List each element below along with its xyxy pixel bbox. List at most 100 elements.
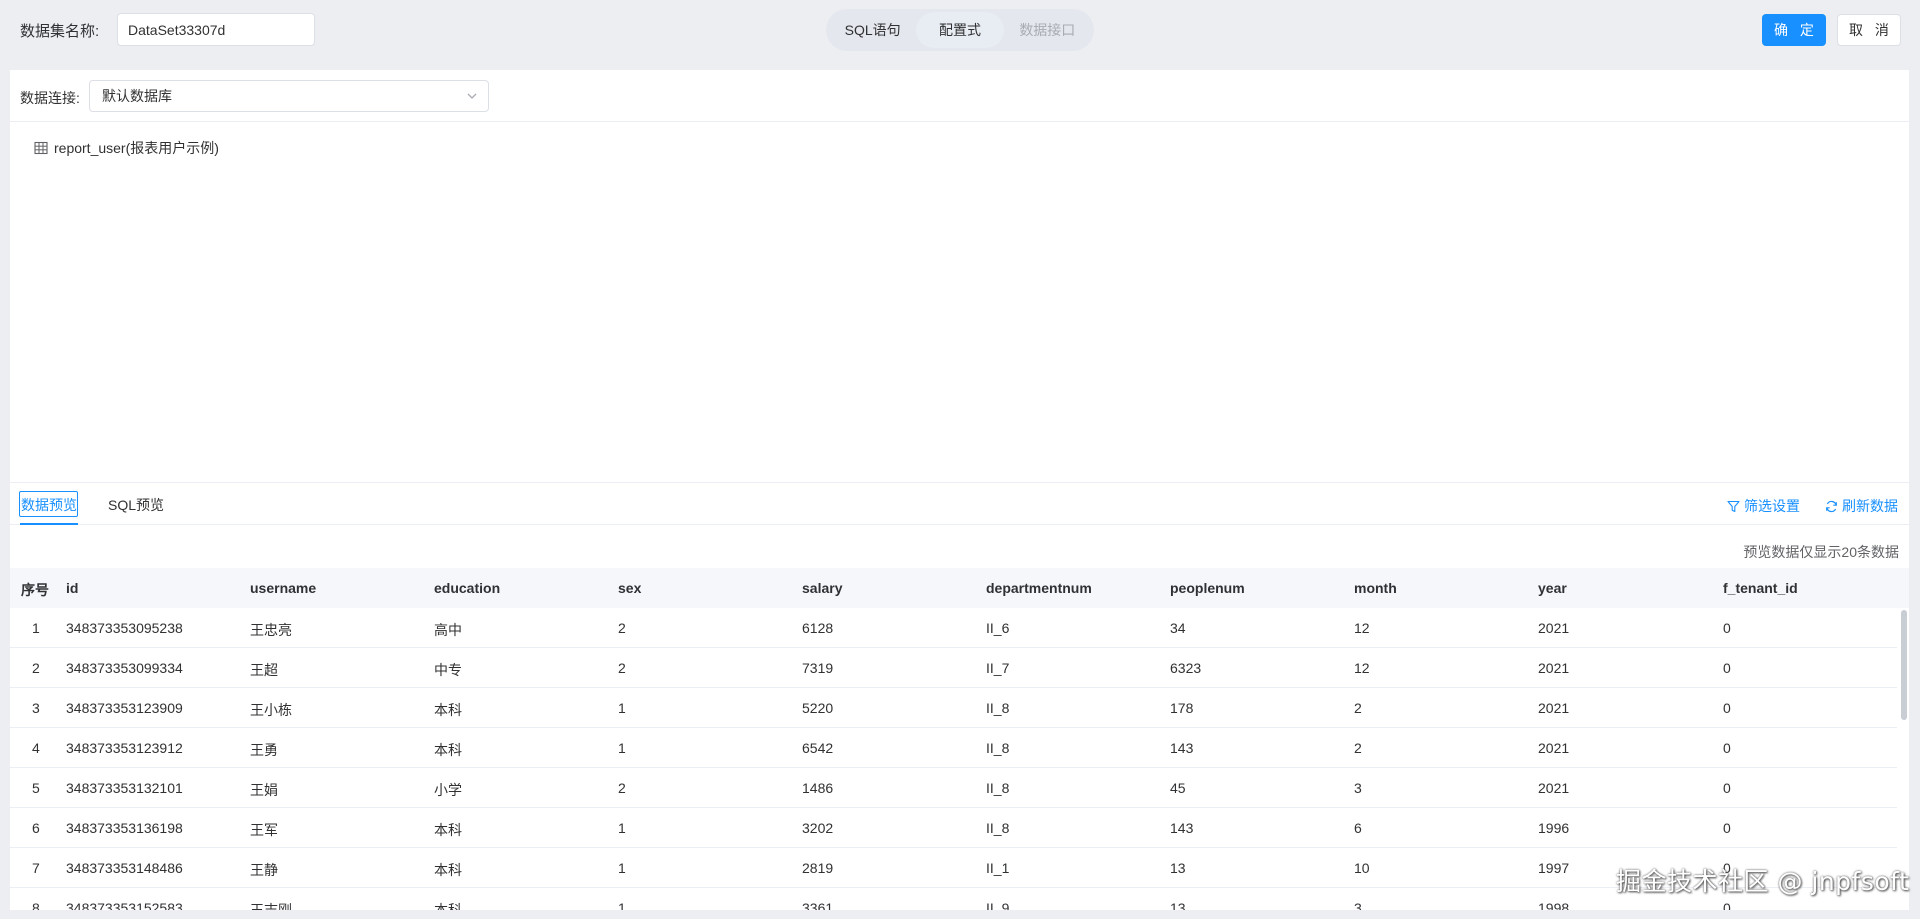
table-cell: 2819 [802,860,834,876]
refresh-icon [1826,500,1837,512]
table-cell: 143 [1170,820,1194,836]
table-cell: II_6 [986,620,1010,636]
table-icon [34,141,48,155]
tab-data-preview[interactable]: 数据预览 [21,495,77,515]
table-cell: 本科 [434,862,462,878]
table-cell: 7319 [802,660,834,676]
table-cell: 王静 [250,862,278,878]
table-cell: 2021 [1538,780,1570,796]
table-cell: 本科 [434,822,462,838]
table-cell: 12 [1354,620,1370,636]
table-cell: 348373353123909 [66,700,183,716]
table-row[interactable]: 4 348373353123912 王勇 本科 1 6542 II_8 143 2 2021 0 [10,728,1897,768]
table-cell: 12 [1354,660,1370,676]
table-row[interactable]: 1 348373353095238 王忠亮 高中 2 6128 II_6 34 12 2021 0 [10,608,1897,648]
table-row[interactable]: 8 348373353152583 王志刚 本科 1 3361 II_9 13 3 1998 0 [10,888,1897,910]
filter-icon [1727,500,1740,512]
table-cell: 1486 [802,780,834,796]
preview-note: 预览数据仅显示20条数据 [1743,544,1899,560]
table-cell: 348373353148486 [66,860,183,876]
table-cell: II_8 [986,740,1010,756]
filter-settings-button[interactable]: 筛选设置 [1727,496,1800,516]
table-cell: 13 [1170,900,1186,910]
dataset-name-input[interactable] [117,13,315,46]
table-cell: 6 [1354,820,1362,836]
data-table: 序号 id username education sex salary department… [10,568,1909,910]
table-row[interactable]: 5 348373353132101 王娟 小学 2 1486 II_8 45 3 2021 0 [10,768,1897,808]
table-row[interactable]: 7 348373353148486 王静 本科 1 2819 II_1 13 10 1997 0 [10,848,1897,888]
filter-settings-label: 筛选设置 [1744,498,1800,514]
table-cell: 6542 [802,740,834,756]
table-cell: 2 [32,660,40,676]
table-cell: 1 [618,900,626,910]
refresh-data-label: 刷新数据 [1842,498,1898,514]
table-cell: 1 [32,620,40,636]
refresh-data-button[interactable]: 刷新数据 [1825,496,1898,516]
table-row[interactable]: 6 348373353136198 王军 本科 1 3202 II_8 143 6 1996 0 [10,808,1897,848]
table-cell: 2 [1354,700,1362,716]
table-cell: 45 [1170,780,1186,796]
table-cell: 3 [32,700,40,716]
table-cell: 348373353095238 [66,620,183,636]
table-cell: 5 [32,780,40,796]
top-bar: 数据集名称: SQL语句 配置式 数据接口 确 定 取 消 [0,0,1920,60]
column-header: sex [618,580,642,596]
column-header: salary [802,580,843,596]
table-cell: 本科 [434,902,462,910]
table-row[interactable]: 3 348373353123909 王小栋 本科 1 5220 II_8 178 2 2021 0 [10,688,1897,728]
column-header: 序号 [21,582,49,598]
table-cell: 10 [1354,860,1370,876]
table-cell: 6323 [1170,660,1202,676]
table-cell: 1997 [1538,860,1570,876]
table-cell: 4 [32,740,40,756]
table-cell: 348373353099334 [66,660,183,676]
table-cell: 王勇 [250,742,278,758]
column-header: f_tenant_id [1723,580,1798,596]
tab-sql[interactable]: SQL语句 [829,12,916,48]
table-cell: 2021 [1538,660,1570,676]
table-cell: 王志刚 [250,902,292,910]
tab-config[interactable]: 配置式 [916,12,1004,48]
table-cell: 2021 [1538,620,1570,636]
table-tree-item[interactable]: report_user(报表用户示例) [34,138,219,158]
table-cell: 王忠亮 [250,622,292,638]
table-cell: II_8 [986,700,1010,716]
table-cell: II_8 [986,780,1010,796]
connection-value: 默认数据库 [102,88,172,104]
connection-select[interactable]: 默认数据库 [89,80,489,112]
table-cell: 178 [1170,700,1194,716]
table-cell: 1 [618,820,626,836]
confirm-button[interactable]: 确 定 [1762,14,1826,46]
table-cell: II_9 [986,900,1010,910]
table-cell: 0 [1723,780,1731,796]
table-scrollbar[interactable] [1901,610,1907,720]
table-cell: 2021 [1538,700,1570,716]
table-cell: 7 [32,860,40,876]
table-cell: 王超 [250,662,278,678]
table-cell: 6128 [802,620,834,636]
table-cell: 王小栋 [250,702,292,718]
column-header: education [434,580,501,596]
table-cell: II_7 [986,660,1010,676]
connection-label: 数据连接: [20,90,80,106]
chevron-down-icon [467,93,477,99]
table-cell: 0 [1723,700,1731,716]
table-tree-label: report_user(报表用户示例) [54,140,219,156]
cancel-button[interactable]: 取 消 [1837,14,1901,46]
table-row[interactable]: 2 348373353099334 王超 中专 2 7319 II_7 6323 12 2021 0 [10,648,1897,688]
tab-sql-preview[interactable]: SQL预览 [108,495,164,515]
table-cell: 0 [1723,620,1731,636]
table-header: 序号 id username education sex salary department… [10,568,1909,608]
table-cell: 王娟 [250,782,278,798]
table-cell: 348373353123912 [66,740,183,756]
table-cell: 2 [618,660,626,676]
table-cell: 1 [618,860,626,876]
table-cell: II_8 [986,820,1010,836]
table-cell: 6 [32,820,40,836]
table-cell: 34 [1170,620,1186,636]
table-cell: 2021 [1538,740,1570,756]
main-panel: 数据连接: 默认数据库 report_user(报表用户示例) 数据预览 SQL… [10,70,1909,910]
tab-data-interface[interactable]: 数据接口 [1004,12,1091,48]
table-cell: 2 [1354,740,1362,756]
table-cell: 3 [1354,780,1362,796]
